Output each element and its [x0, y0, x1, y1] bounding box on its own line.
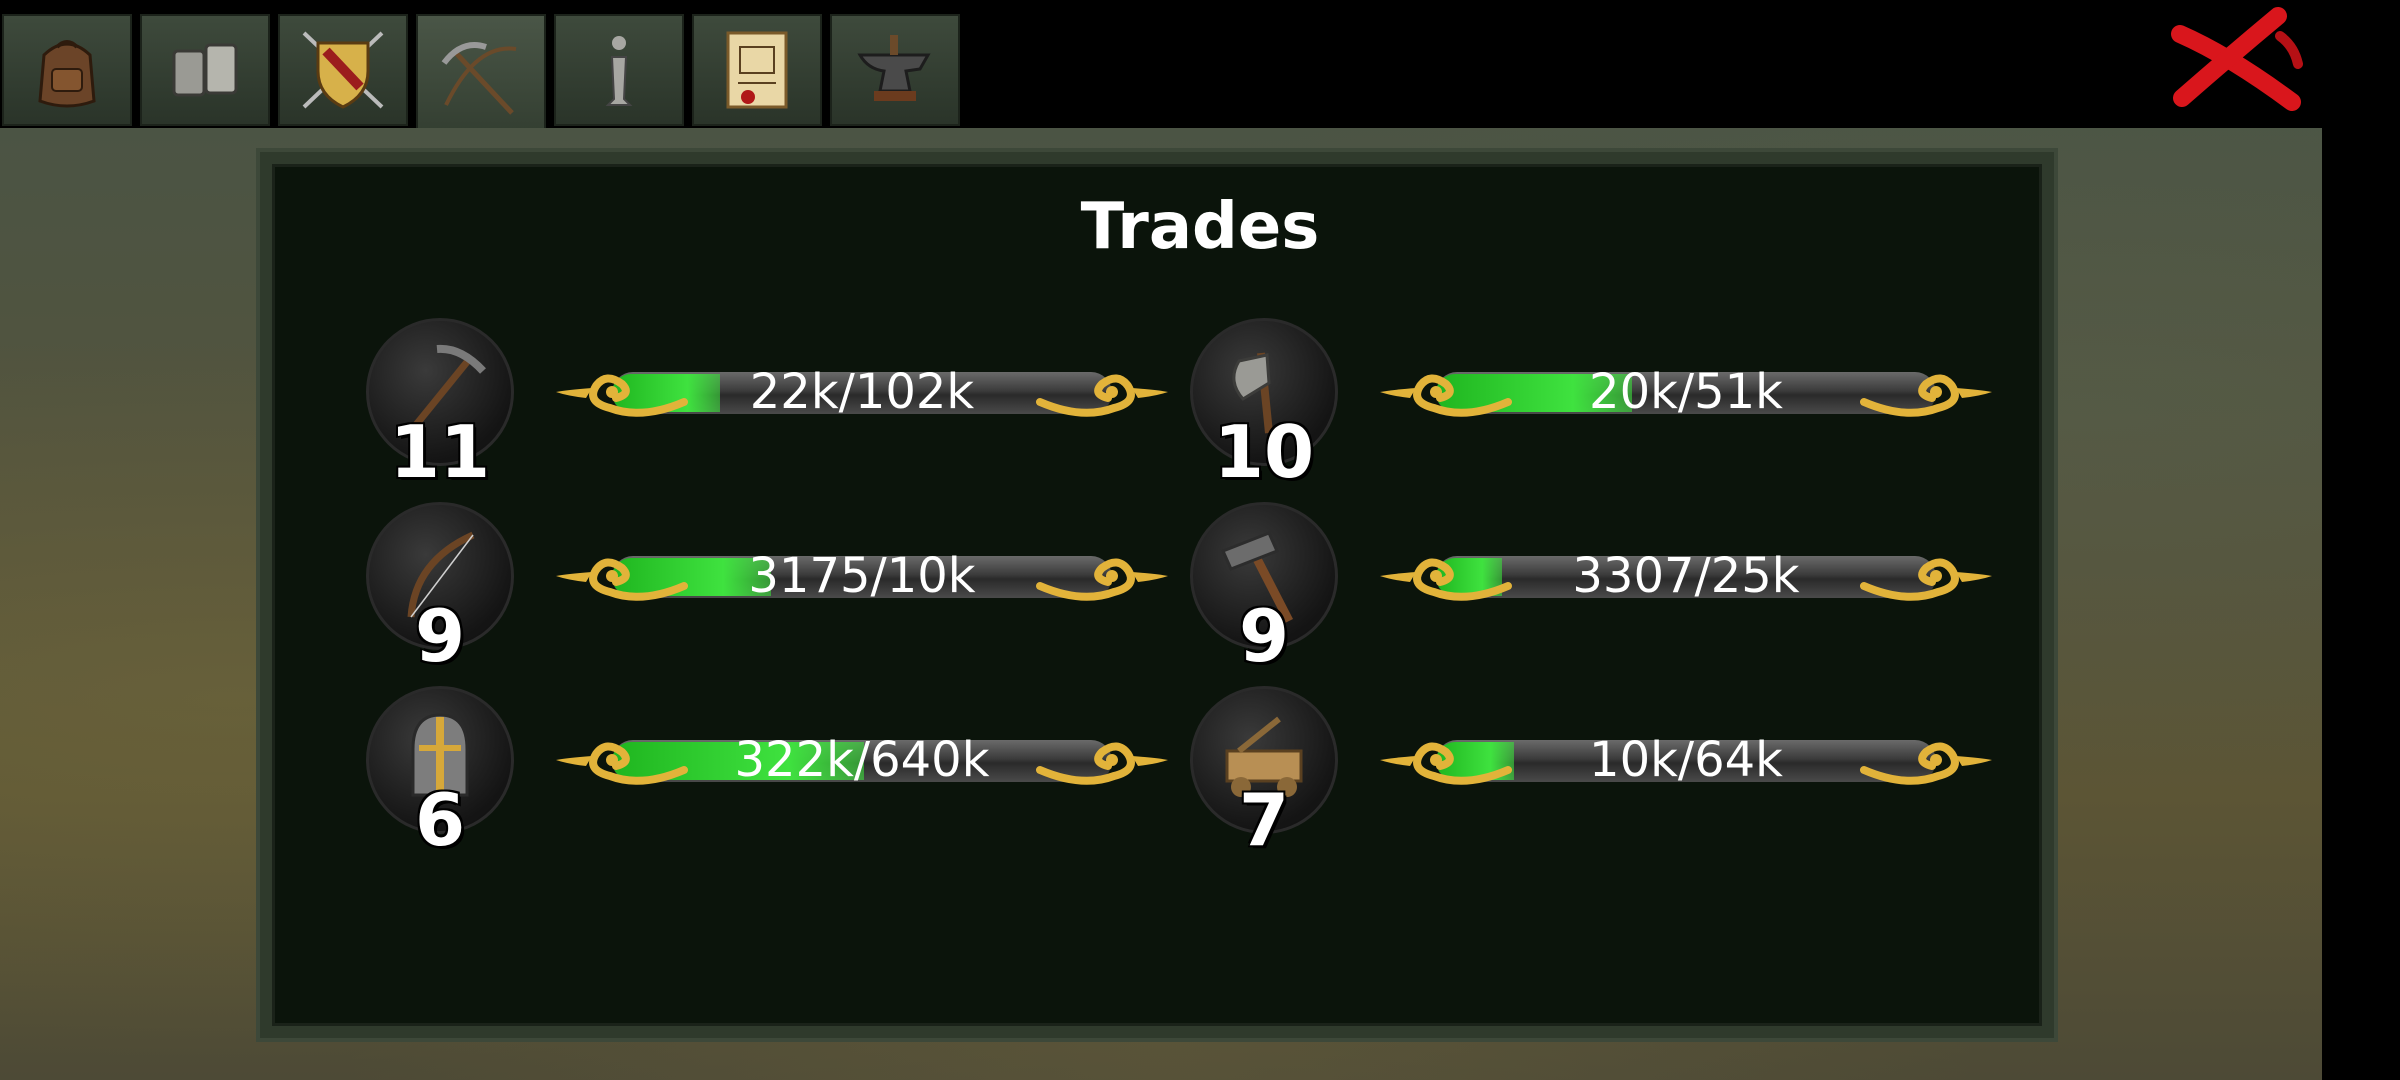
trade-level: 9 [1238, 594, 1290, 678]
tab-smithing[interactable] [830, 14, 960, 126]
tab-inventory[interactable] [2, 14, 132, 126]
trade-progress-bar: 10k/64k [1376, 726, 1996, 794]
shield-swords-icon [302, 31, 384, 109]
progress-text: 3307/25k [1572, 548, 1800, 604]
trade-progress-bar: 3307/25k [1376, 542, 1996, 610]
tab-trades[interactable] [416, 14, 546, 142]
trade-level: 9 [414, 594, 466, 678]
info-icon [605, 36, 633, 106]
mug-icon [172, 43, 238, 97]
anvil-icon [857, 35, 931, 101]
panel-title: Trades [1080, 190, 1320, 264]
pickaxe-bow-icon [441, 42, 517, 115]
trade-level: 7 [1238, 778, 1290, 862]
progress-text: 3175/10k [748, 548, 976, 604]
tab-info[interactable] [554, 14, 684, 126]
progress-text: 20k/51k [1589, 364, 1783, 420]
tab-quests[interactable] [692, 14, 822, 126]
trade-level: 6 [414, 778, 466, 862]
trade-progress-bar: 3175/10k [552, 542, 1172, 610]
trade-level: 11 [389, 410, 491, 494]
screen-edge [2322, 128, 2400, 1080]
tab-heraldry[interactable] [278, 14, 408, 126]
trade-level: 10 [1213, 410, 1315, 494]
progress-text: 10k/64k [1589, 732, 1783, 788]
tab-tavern[interactable] [140, 14, 270, 126]
scroll-icon [726, 31, 788, 109]
progress-text: 22k/102k [749, 364, 975, 420]
trade-progress-bar: 22k/102k [552, 358, 1172, 426]
trade-progress-bar: 322k/640k [552, 726, 1172, 794]
trade-progress-bar: 20k/51k [1376, 358, 1996, 426]
backpack-icon [38, 40, 96, 108]
progress-text: 322k/640k [734, 732, 990, 788]
close-button[interactable] [2160, 6, 2310, 116]
close-x-icon [2171, 7, 2303, 111]
